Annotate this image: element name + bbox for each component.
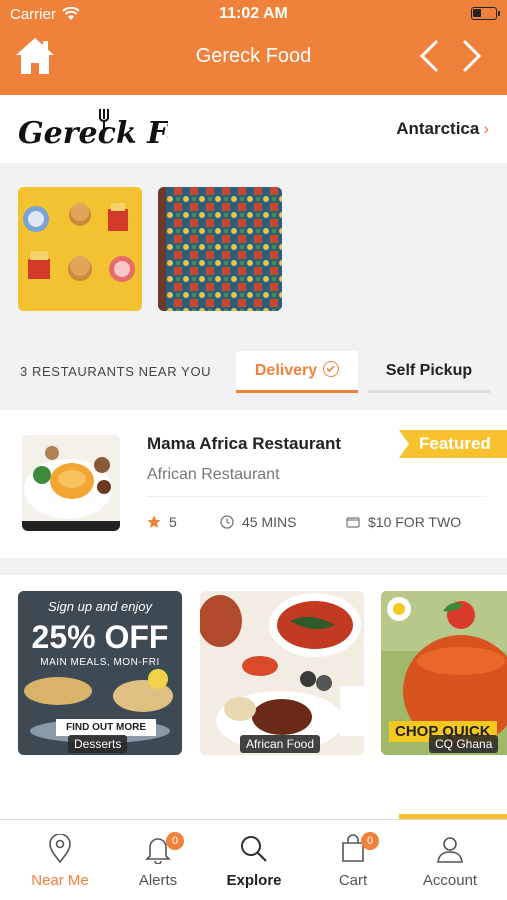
tab-account-label: Account — [422, 872, 478, 889]
clock-icon — [220, 515, 234, 529]
location-label: Antarctica — [396, 119, 480, 138]
svg-text:Gereck Food: Gereck Food — [18, 116, 168, 151]
pattern-image — [158, 187, 282, 311]
user-icon — [437, 837, 463, 863]
tab-self-pickup-label: Self Pickup — [385, 362, 473, 379]
featured-badge: Featured — [399, 430, 507, 458]
nav-bar: Carrier 11:02 AM Gereck Food — [0, 0, 507, 95]
restaurant-image — [22, 435, 120, 531]
search-icon — [241, 836, 267, 862]
tab-explore-label: Explore — [226, 872, 282, 889]
tab-cart[interactable]: 0 Cart — [303, 820, 403, 900]
restaurant-name: Mama Africa Restaurant — [147, 434, 341, 453]
banner-fast-food[interactable] — [18, 187, 142, 311]
clock: 11:02 AM — [219, 5, 288, 22]
promo-label: CQ Ghana — [429, 735, 499, 753]
promo-cq-ghana[interactable]: CHOP QUICK CQ Ghana — [381, 591, 507, 755]
chevron-right-icon[interactable] — [461, 40, 483, 72]
banner-kente-pattern[interactable] — [158, 187, 282, 311]
location-pin-icon — [49, 834, 71, 864]
fast-food-image — [18, 187, 142, 311]
promotions-row: Sign up and enjoy 25% OFF MAIN MEALS, MO… — [0, 575, 507, 771]
promo-big-headline: 25% OFF — [31, 619, 169, 655]
restaurant-card[interactable]: Mama Africa Restaurant African Restauran… — [0, 410, 507, 558]
price-for-two: $10 FOR TWO — [346, 514, 461, 530]
location-selector[interactable]: Antarctica › — [396, 119, 489, 139]
wallet-icon — [346, 517, 360, 528]
cart-badge: 0 — [361, 832, 379, 850]
star-icon — [147, 515, 161, 528]
next-card-peek — [0, 771, 507, 819]
tab-delivery[interactable]: Delivery — [236, 351, 358, 393]
tab-near-me-label: Near Me — [31, 872, 89, 889]
tab-self-pickup[interactable]: Self Pickup — [368, 351, 490, 393]
chevron-left-icon[interactable] — [418, 40, 440, 72]
promo-label: Desserts — [68, 735, 128, 753]
promo-small-headline: Sign up and enjoy — [47, 599, 153, 614]
promo-african-food[interactable]: African Food — [200, 591, 364, 755]
brand-header: Gereck Food Antarctica› — [0, 95, 507, 163]
find-out-more-button[interactable]: FIND OUT MORE — [56, 719, 156, 736]
rating: 5 — [147, 514, 177, 530]
alerts-badge: 0 — [166, 832, 184, 850]
rating-value: 5 — [169, 514, 177, 530]
delivery-time-value: 45 MINS — [242, 514, 297, 530]
tab-explore[interactable]: Explore — [204, 820, 304, 900]
status-bar: Carrier 11:02 AM — [0, 0, 507, 30]
tab-delivery-label: Delivery — [254, 362, 318, 379]
check-circle-icon — [323, 361, 340, 377]
gereck-food-logo: Gereck Food — [18, 109, 168, 151]
tab-cart-label: Cart — [338, 872, 368, 889]
promo-african-food-image — [200, 591, 364, 755]
promo-desserts[interactable]: Sign up and enjoy 25% OFF MAIN MEALS, MO… — [18, 591, 182, 755]
promo-label: African Food — [240, 735, 321, 753]
tab-near-me[interactable]: Near Me — [10, 820, 110, 900]
restaurant-category: African Restaurant — [147, 466, 280, 483]
tab-alerts-label: Alerts — [138, 872, 178, 889]
price-value: $10 FOR TWO — [368, 514, 462, 530]
tab-account[interactable]: Account — [400, 820, 500, 900]
promo-subtext: MAIN MEALS, MON-FRI — [40, 657, 160, 668]
restaurants-count: 3 RESTAURANTS NEAR YOU — [20, 364, 212, 379]
delivery-time: 45 MINS — [220, 514, 296, 530]
bottom-tab-bar: Near Me 0 Alerts Explore 0 Cart Account — [0, 819, 507, 900]
chevron-right-icon: › — [483, 119, 489, 138]
divider — [147, 496, 487, 497]
tab-alerts[interactable]: 0 Alerts — [108, 820, 208, 900]
battery-icon — [471, 7, 500, 20]
